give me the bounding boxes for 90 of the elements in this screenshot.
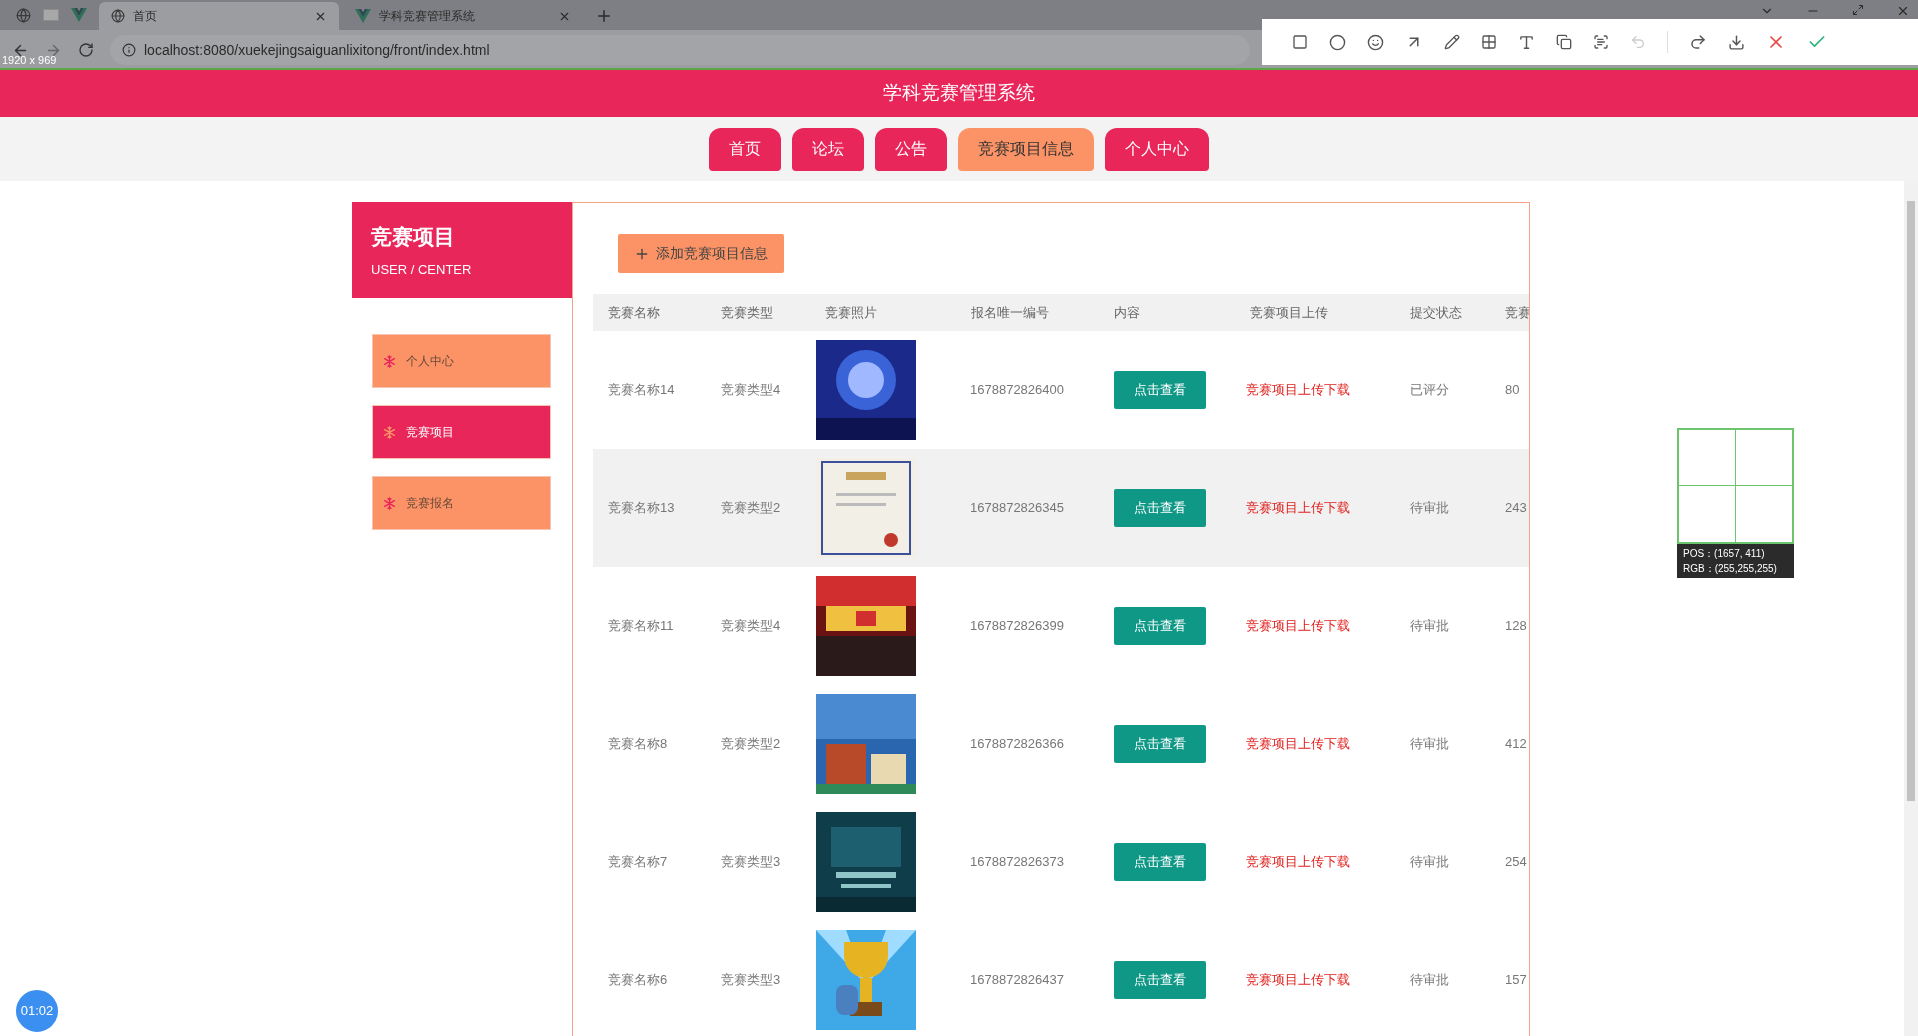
table-cell: 竞赛名称7	[608, 854, 668, 870]
table-cell: 竞赛类型4	[721, 382, 781, 398]
view-button[interactable]: 点击查看	[1114, 607, 1206, 645]
column-header: 提交状态	[1410, 304, 1462, 320]
address-field[interactable]: localhost:8080/xuekejingsaiguanlixitong/front/index.html	[110, 35, 1250, 65]
new-tab-icon[interactable]	[595, 7, 613, 25]
table-cell: 竞赛名称11	[608, 618, 674, 634]
column-header: 报名唯一编号	[971, 304, 1049, 320]
table-cell: 254	[1505, 854, 1527, 870]
nav-button[interactable]: 论坛	[792, 127, 864, 171]
nav-button[interactable]: 竞赛项目信息	[958, 127, 1094, 171]
close-icon[interactable]	[1896, 4, 1910, 18]
snowflake-icon	[383, 354, 396, 368]
download-link[interactable]: 竞赛项目上传下载	[1246, 618, 1350, 634]
table-cell: 1678872826400	[970, 382, 1064, 398]
globe-icon[interactable]	[16, 7, 31, 23]
ocr-tool-icon[interactable]	[1593, 34, 1609, 50]
nav-button[interactable]: 首页	[709, 127, 781, 171]
column-header: 竞赛名称	[608, 304, 660, 320]
snowflake-icon	[383, 496, 396, 510]
download-link[interactable]: 竞赛项目上传下载	[1246, 972, 1350, 988]
info-icon	[122, 43, 136, 57]
vue-icon	[355, 9, 371, 23]
download-link[interactable]: 竞赛项目上传下载	[1246, 500, 1350, 516]
table-cell: 竞赛类型3	[721, 972, 781, 988]
timer-badge: 01:02	[14, 988, 60, 1034]
table-cell: 1678872826366	[970, 736, 1064, 752]
column-header: 竞赛项目上传	[1250, 304, 1328, 320]
download-link[interactable]: 竞赛项目上传下载	[1246, 736, 1350, 752]
table-cell: 128	[1505, 618, 1527, 634]
snowflake-icon	[383, 425, 396, 439]
table-cell: 待审批	[1410, 854, 1449, 870]
rectangle-tool-icon[interactable]	[1292, 34, 1308, 50]
vue-icon	[71, 8, 87, 22]
table-cell: 竞赛名称8	[608, 736, 668, 752]
smiley-tool-icon[interactable]	[1367, 33, 1384, 51]
table-cell: 竞赛类型4	[721, 618, 781, 634]
position-readout: POS：(1657, 411)	[1683, 547, 1766, 561]
nav-button[interactable]: 个人中心	[1105, 127, 1209, 171]
table-cell: 竞赛类型2	[721, 500, 781, 516]
view-button[interactable]: 点击查看	[1114, 843, 1206, 881]
table-cell: 竞赛名称13	[608, 500, 675, 516]
scrollbar[interactable]	[1904, 181, 1918, 1036]
restore-icon[interactable]	[1852, 4, 1864, 16]
table-cell: 157	[1505, 972, 1527, 988]
circle-tool-icon[interactable]	[1329, 33, 1346, 51]
text-tool-icon[interactable]	[1518, 33, 1535, 51]
browser-tab[interactable]: 首页	[99, 2, 339, 30]
column-header: 竞赛照片	[825, 304, 877, 320]
table-cell: 1678872826437	[970, 972, 1064, 988]
download-link[interactable]: 竞赛项目上传下载	[1246, 382, 1350, 398]
view-button[interactable]: 点击查看	[1114, 371, 1206, 409]
browser-tab[interactable]: 学科竞赛管理系统	[343, 2, 583, 30]
table-cell: 待审批	[1410, 500, 1449, 516]
globe-icon	[111, 9, 125, 23]
reload-icon[interactable]	[78, 42, 94, 58]
table-cell: 80	[1505, 382, 1520, 398]
table-cell: 竞赛名称14	[608, 382, 675, 398]
pen-tool-icon[interactable]	[1444, 34, 1460, 50]
view-button[interactable]: 点击查看	[1114, 961, 1206, 999]
table-cell: 412	[1505, 736, 1527, 752]
table-cell: 待审批	[1410, 736, 1449, 752]
tab-title: 首页	[133, 8, 158, 25]
view-button[interactable]: 点击查看	[1114, 489, 1206, 527]
table-cell: 已评分	[1410, 382, 1449, 398]
table-cell: 1678872826399	[970, 618, 1064, 634]
download-link[interactable]: 竞赛项目上传下载	[1246, 854, 1350, 870]
table-cell: 竞赛类型2	[721, 736, 781, 752]
table-cell: 待审批	[1410, 972, 1449, 988]
sidebar-item[interactable]: 个人中心	[372, 334, 551, 388]
view-button[interactable]: 点击查看	[1114, 725, 1206, 763]
site-title: 学科竞赛管理系统	[883, 81, 1035, 106]
add-button[interactable]: 添加竞赛项目信息	[618, 234, 784, 273]
table-cell: 竞赛类型3	[721, 854, 781, 870]
column-header: 内容	[1114, 304, 1140, 320]
sidebar-subtitle: USER / CENTER	[371, 261, 473, 279]
table-cell: 1678872826373	[970, 854, 1064, 870]
table-cell: 1678872826345	[970, 500, 1064, 516]
table-cell: 竞赛名称6	[608, 972, 668, 988]
tab-title: 学科竞赛管理系统	[379, 8, 476, 25]
color-readout: RGB：(255,255,255)	[1683, 562, 1778, 576]
nav-button[interactable]: 公告	[875, 127, 947, 171]
table-cell: 243	[1505, 500, 1527, 516]
size-label: 1920 x 969	[2, 52, 57, 68]
table-cell: 待审批	[1410, 618, 1449, 634]
sidebar-item[interactable]: 竞赛报名	[372, 476, 551, 530]
sidebar-title: 竞赛项目	[371, 223, 456, 250]
column-header: 竞赛类型	[721, 304, 773, 320]
sidebar-item[interactable]: 竞赛项目	[372, 405, 551, 459]
save-icon[interactable]	[1728, 33, 1745, 51]
